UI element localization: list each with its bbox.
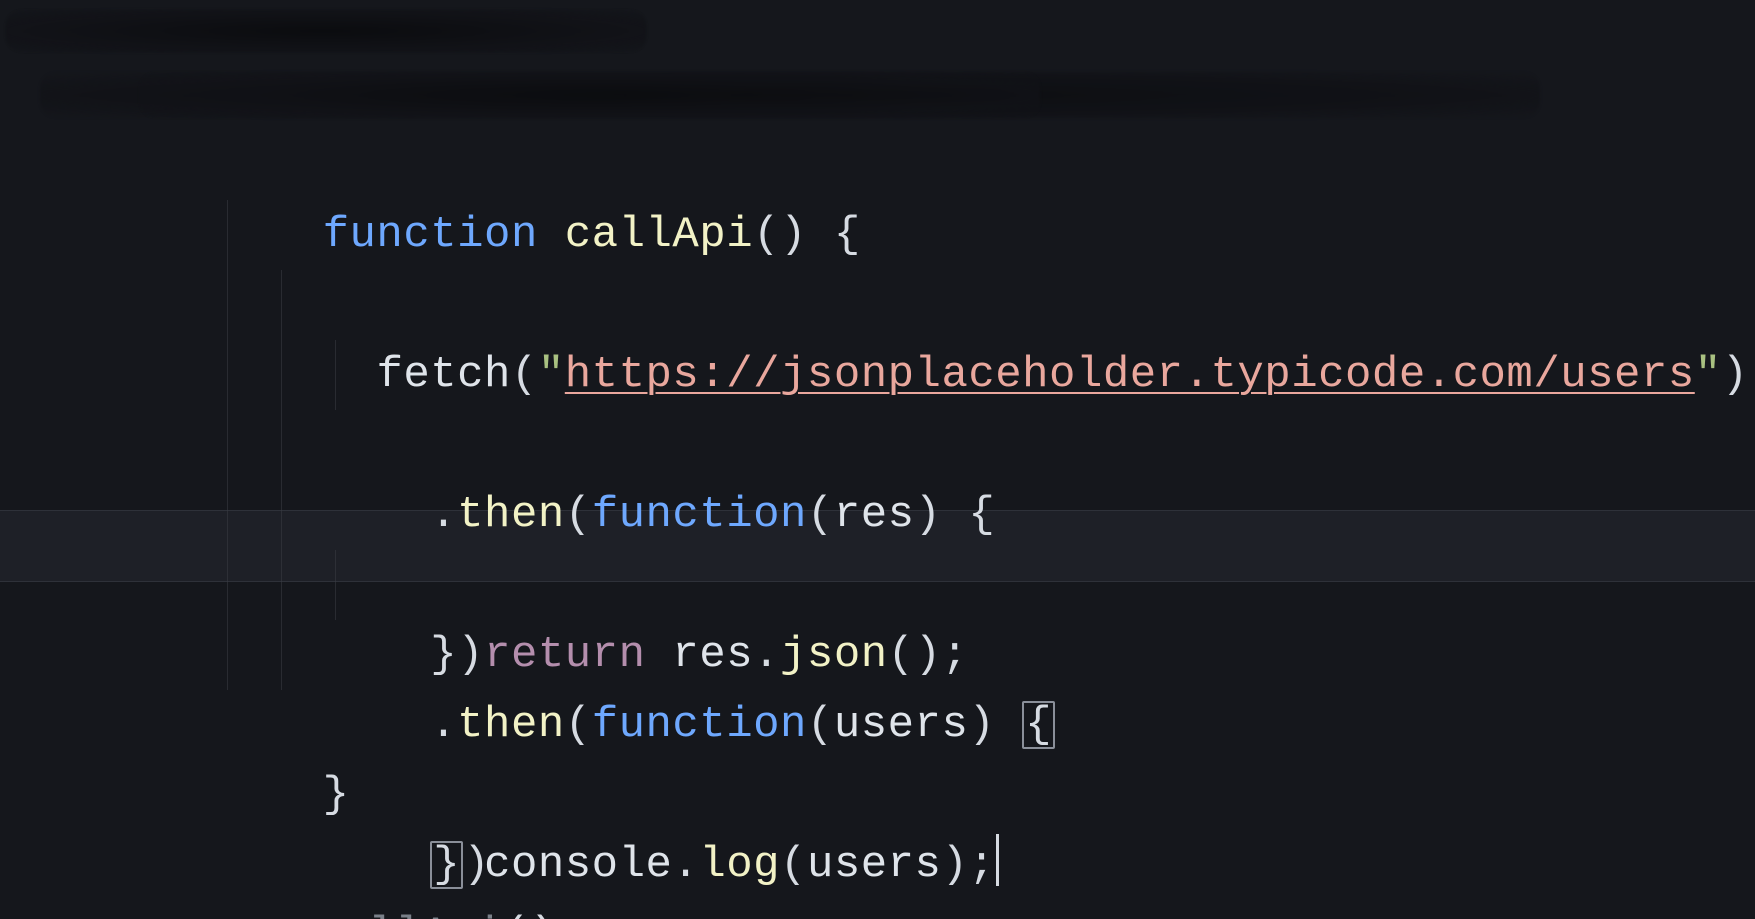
indent-guide [227, 620, 228, 690]
code-line[interactable]: callApi(); [215, 830, 1755, 900]
indent-guide [281, 270, 282, 340]
code-editor[interactable]: function callApi() { fetch("https://json… [0, 0, 1755, 900]
indent-guide [281, 550, 282, 620]
code-line[interactable]: }) [215, 620, 1755, 690]
indent-guide [335, 340, 336, 410]
indent-guide [335, 550, 336, 620]
code-line[interactable]: fetch("https://jsonplaceholder.typicode.… [215, 200, 1755, 270]
indent-guide [281, 410, 282, 480]
open-paren: ( [503, 910, 530, 919]
indent-guide [227, 340, 228, 410]
indent-guide [281, 480, 282, 550]
indent-guide [227, 200, 228, 270]
code-line[interactable] [215, 760, 1755, 830]
indent-guide [281, 340, 282, 410]
code-line[interactable]: } [215, 690, 1755, 760]
indent-guide [227, 270, 228, 340]
code-line[interactable]: .then(function(users) { [215, 480, 1755, 550]
code-line[interactable]: function callApi() { [215, 130, 1755, 200]
code-line[interactable]: return res.json(); [215, 340, 1755, 410]
indent-guide [281, 620, 282, 690]
semicolon: ; [557, 910, 584, 919]
indent-guide [227, 480, 228, 550]
indent-guide [227, 410, 228, 480]
close-paren: ) [530, 910, 557, 919]
code-line[interactable]: .then(function(res) { [215, 270, 1755, 340]
call-callapi: callApi [315, 910, 503, 919]
code-line[interactable]: }) [215, 410, 1755, 480]
indent-guide [227, 550, 228, 620]
code-line[interactable]: console.log(users); [215, 550, 1755, 620]
